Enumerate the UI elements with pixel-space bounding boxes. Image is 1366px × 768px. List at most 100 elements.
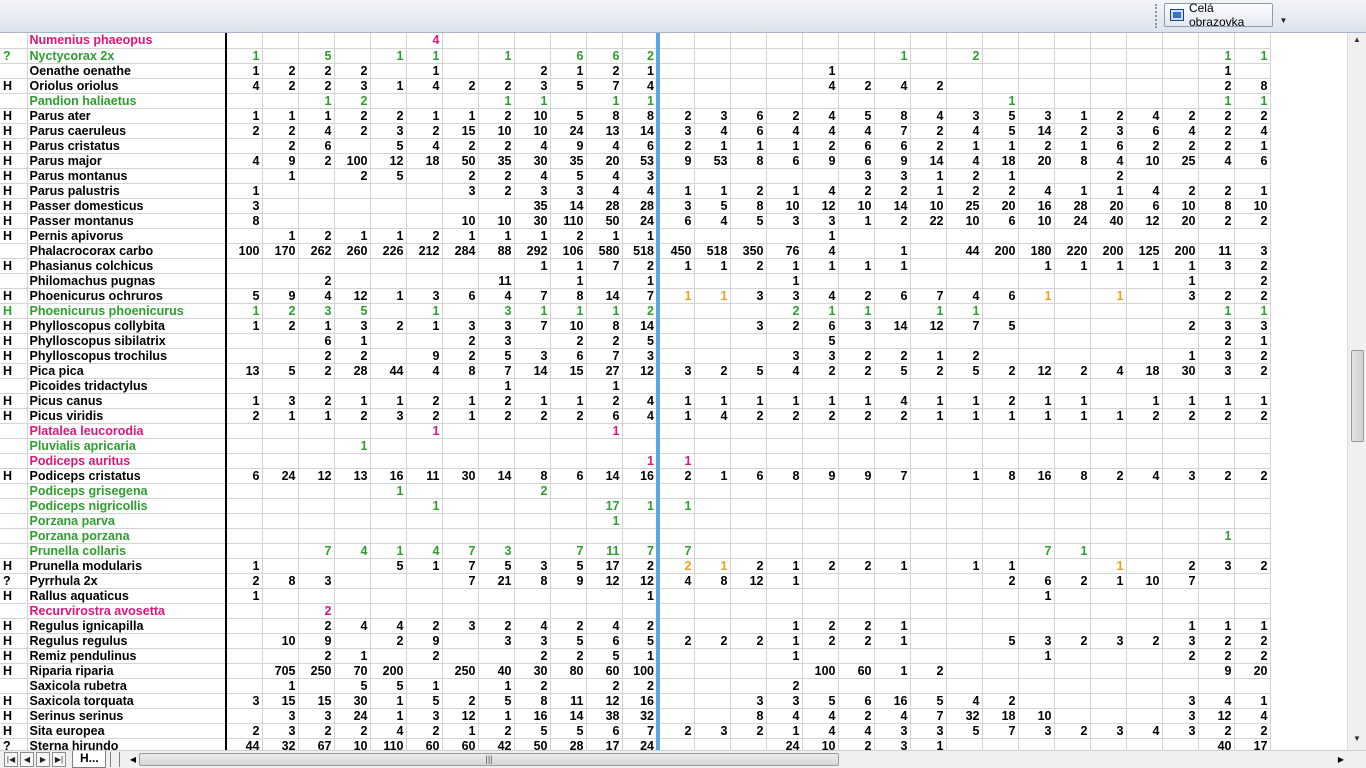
count-cell[interactable]: 250: [442, 663, 479, 679]
count-cell[interactable]: 4: [514, 138, 551, 154]
count-cell[interactable]: 2: [442, 78, 479, 94]
count-cell[interactable]: 3: [1234, 243, 1271, 259]
count-cell[interactable]: [730, 378, 767, 394]
count-cell[interactable]: 1: [1054, 258, 1091, 274]
count-cell[interactable]: [442, 648, 479, 664]
count-cell[interactable]: 2: [478, 168, 515, 184]
count-cell[interactable]: [226, 258, 263, 274]
status-prefix-cell[interactable]: H: [0, 318, 28, 334]
count-cell[interactable]: [1198, 438, 1235, 454]
count-cell[interactable]: [1018, 228, 1055, 244]
count-cell[interactable]: [946, 453, 983, 469]
count-cell[interactable]: 3: [478, 333, 515, 349]
count-cell[interactable]: 16: [514, 708, 551, 724]
count-cell[interactable]: 100: [226, 243, 263, 259]
count-cell[interactable]: 20: [586, 153, 623, 169]
count-cell[interactable]: [334, 198, 371, 214]
count-cell[interactable]: [370, 513, 407, 529]
count-cell[interactable]: 200: [370, 663, 407, 679]
status-prefix-cell[interactable]: [0, 528, 28, 544]
count-cell[interactable]: [1018, 738, 1055, 750]
count-cell[interactable]: [1054, 168, 1091, 184]
count-cell[interactable]: 24: [550, 123, 587, 139]
count-cell[interactable]: 1: [658, 408, 695, 424]
count-cell[interactable]: [802, 603, 839, 619]
species-name-cell[interactable]: Porzana parva: [27, 513, 227, 529]
count-cell[interactable]: 1: [1234, 48, 1271, 64]
count-cell[interactable]: 8: [1198, 198, 1235, 214]
count-cell[interactable]: 1: [910, 738, 947, 750]
count-cell[interactable]: 35: [478, 153, 515, 169]
count-cell[interactable]: [838, 33, 875, 49]
count-cell[interactable]: [982, 48, 1019, 64]
count-cell[interactable]: [982, 273, 1019, 289]
count-cell[interactable]: 3: [1090, 123, 1127, 139]
count-cell[interactable]: 7: [586, 78, 623, 94]
count-cell[interactable]: 2: [838, 558, 875, 574]
count-cell[interactable]: 2: [1090, 468, 1127, 484]
count-cell[interactable]: [658, 168, 695, 184]
count-cell[interactable]: [1018, 63, 1055, 79]
count-cell[interactable]: 1: [946, 393, 983, 409]
count-cell[interactable]: [1090, 738, 1127, 750]
count-cell[interactable]: 30: [514, 213, 551, 229]
count-cell[interactable]: [1162, 303, 1199, 319]
count-cell[interactable]: 1: [1234, 618, 1271, 634]
count-cell[interactable]: 16: [370, 468, 407, 484]
count-cell[interactable]: [298, 678, 335, 694]
count-cell[interactable]: 2: [262, 318, 299, 334]
count-cell[interactable]: 3: [550, 183, 587, 199]
count-cell[interactable]: 2: [334, 108, 371, 124]
count-cell[interactable]: 7: [514, 288, 551, 304]
count-cell[interactable]: [910, 498, 947, 514]
count-cell[interactable]: [478, 648, 515, 664]
count-cell[interactable]: [766, 168, 803, 184]
count-cell[interactable]: 5: [478, 558, 515, 574]
count-cell[interactable]: [838, 273, 875, 289]
count-cell[interactable]: [226, 348, 263, 364]
count-cell[interactable]: 44: [946, 243, 983, 259]
count-cell[interactable]: 5: [730, 363, 767, 379]
count-cell[interactable]: 200: [1090, 243, 1127, 259]
count-cell[interactable]: [694, 378, 731, 394]
count-cell[interactable]: [766, 483, 803, 499]
count-cell[interactable]: 2: [1198, 408, 1235, 424]
count-cell[interactable]: [442, 483, 479, 499]
count-cell[interactable]: 3: [730, 693, 767, 709]
count-cell[interactable]: [1126, 303, 1163, 319]
count-cell[interactable]: 5: [874, 363, 911, 379]
count-cell[interactable]: [982, 543, 1019, 559]
count-cell[interactable]: [406, 588, 443, 604]
count-cell[interactable]: 1: [370, 708, 407, 724]
count-cell[interactable]: [910, 558, 947, 574]
count-cell[interactable]: [622, 378, 660, 394]
count-cell[interactable]: 2: [298, 723, 335, 739]
count-cell[interactable]: [1018, 483, 1055, 499]
count-cell[interactable]: [1126, 228, 1163, 244]
count-cell[interactable]: 5: [550, 633, 587, 649]
count-cell[interactable]: [586, 438, 623, 454]
count-cell[interactable]: 4: [1162, 123, 1199, 139]
species-name-cell[interactable]: Picoides tridactylus: [27, 378, 227, 394]
count-cell[interactable]: [1018, 513, 1055, 529]
species-name-cell[interactable]: Pandion haliaetus: [27, 93, 227, 109]
count-cell[interactable]: [910, 678, 947, 694]
count-cell[interactable]: 1: [262, 408, 299, 424]
count-cell[interactable]: [442, 498, 479, 514]
count-cell[interactable]: [1090, 693, 1127, 709]
count-cell[interactable]: 1: [406, 423, 443, 439]
count-cell[interactable]: 8: [586, 318, 623, 334]
count-cell[interactable]: 212: [406, 243, 443, 259]
count-cell[interactable]: 1: [262, 678, 299, 694]
count-cell[interactable]: 3: [442, 183, 479, 199]
count-cell[interactable]: 7: [910, 288, 947, 304]
count-cell[interactable]: 5: [478, 348, 515, 364]
count-cell[interactable]: [694, 228, 731, 244]
count-cell[interactable]: [838, 453, 875, 469]
count-cell[interactable]: 4: [1126, 723, 1163, 739]
species-name-cell[interactable]: Parus caeruleus: [27, 123, 227, 139]
count-cell[interactable]: 12: [586, 573, 623, 589]
count-cell[interactable]: [1162, 63, 1199, 79]
count-cell[interactable]: 2: [334, 168, 371, 184]
count-cell[interactable]: [622, 603, 660, 619]
